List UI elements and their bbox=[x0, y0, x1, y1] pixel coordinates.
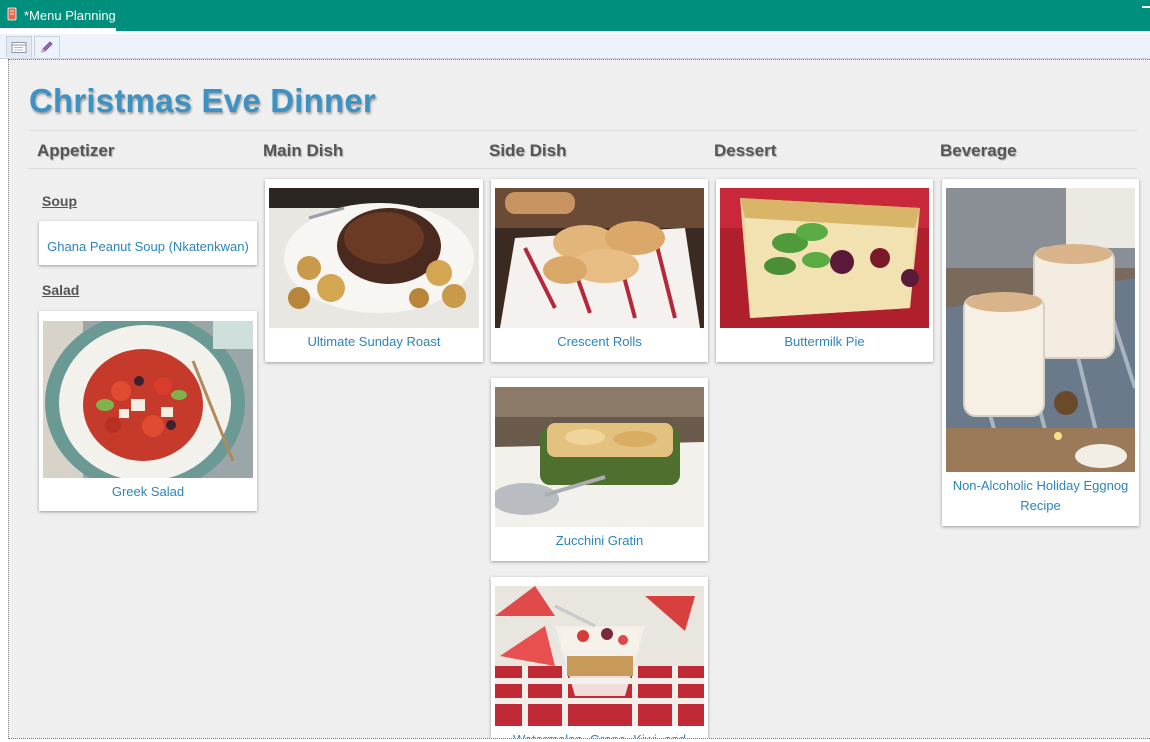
recipe-link[interactable]: Non-Alcoholic Holiday Eggnog Recipe bbox=[942, 476, 1139, 516]
view-toolbar bbox=[0, 34, 1150, 59]
recipe-card-ultimate-sunday-roast[interactable]: Ultimate Sunday Roast bbox=[265, 179, 483, 362]
recipe-card-zucchini-gratin[interactable]: Zucchini Gratin bbox=[491, 378, 708, 561]
form-view-button[interactable] bbox=[6, 36, 32, 57]
recipe-link[interactable]: Ultimate Sunday Roast bbox=[265, 332, 483, 352]
column-header-beverage: Beverage bbox=[940, 141, 1017, 160]
greek-salad-image bbox=[43, 321, 253, 478]
recipe-card-crescent-rolls[interactable]: Crescent Rolls bbox=[491, 179, 708, 362]
recipe-card-greek-salad[interactable]: Greek Salad bbox=[39, 311, 257, 511]
recipe-photo bbox=[495, 586, 704, 726]
recipe-link[interactable]: Zucchini Gratin bbox=[491, 531, 708, 551]
course-header-row: Appetizer Main Dish Side Dish Dessert Be… bbox=[29, 130, 1137, 169]
recipe-card-watermelon-parfait[interactable]: Watermelon, Grape, Kiwi, and bbox=[491, 577, 708, 738]
column-header-dessert: Dessert bbox=[714, 141, 777, 160]
recipe-link[interactable]: Watermelon, Grape, Kiwi, and bbox=[491, 730, 708, 738]
minimize-mark[interactable] bbox=[1142, 6, 1150, 8]
zucchini-gratin-image bbox=[495, 387, 704, 527]
title-bar: *Menu Planning bbox=[0, 0, 1150, 31]
recipe-card-holiday-eggnog[interactable]: Non-Alcoholic Holiday Eggnog Recipe bbox=[942, 179, 1139, 526]
menu-canvas: Christmas Eve Dinner Appetizer Main Dish… bbox=[8, 59, 1150, 739]
sunday-roast-image bbox=[269, 188, 479, 328]
recipe-link[interactable]: Ghana Peanut Soup (Nkatenkwan) bbox=[39, 237, 257, 257]
tab-active-indicator bbox=[0, 28, 116, 31]
column-header-side-dish: Side Dish bbox=[489, 141, 567, 160]
recipe-photo bbox=[720, 188, 929, 328]
crescent-rolls-image bbox=[495, 188, 704, 328]
page-title: Christmas Eve Dinner bbox=[29, 82, 376, 119]
subheading-salad: Salad bbox=[42, 282, 80, 298]
recipe-photo bbox=[495, 387, 704, 527]
edit-pencil-icon bbox=[41, 41, 53, 53]
tab-menu-planning[interactable]: *Menu Planning bbox=[0, 0, 116, 31]
eggnog-image bbox=[946, 188, 1135, 472]
recipe-photo bbox=[43, 321, 253, 478]
recipe-photo bbox=[946, 188, 1135, 472]
recipe-book-icon bbox=[7, 7, 17, 21]
watermelon-parfait-image bbox=[495, 586, 704, 726]
subheading-soup: Soup bbox=[42, 193, 77, 209]
recipe-photo bbox=[495, 188, 704, 328]
recipe-photo bbox=[269, 188, 479, 328]
column-header-main-dish: Main Dish bbox=[263, 141, 344, 160]
column-header-appetizer: Appetizer bbox=[37, 141, 115, 160]
recipe-link[interactable]: Buttermilk Pie bbox=[716, 332, 933, 352]
buttermilk-pie-image bbox=[720, 188, 929, 328]
tab-label: *Menu Planning bbox=[24, 8, 116, 23]
recipe-card-buttermilk-pie[interactable]: Buttermilk Pie bbox=[716, 179, 933, 362]
recipe-link[interactable]: Crescent Rolls bbox=[491, 332, 708, 352]
edit-view-button[interactable] bbox=[34, 36, 60, 57]
recipe-link[interactable]: Greek Salad bbox=[39, 482, 257, 502]
recipe-card-ghana-peanut-soup[interactable]: Ghana Peanut Soup (Nkatenkwan) bbox=[39, 221, 257, 265]
form-view-icon bbox=[11, 41, 27, 53]
